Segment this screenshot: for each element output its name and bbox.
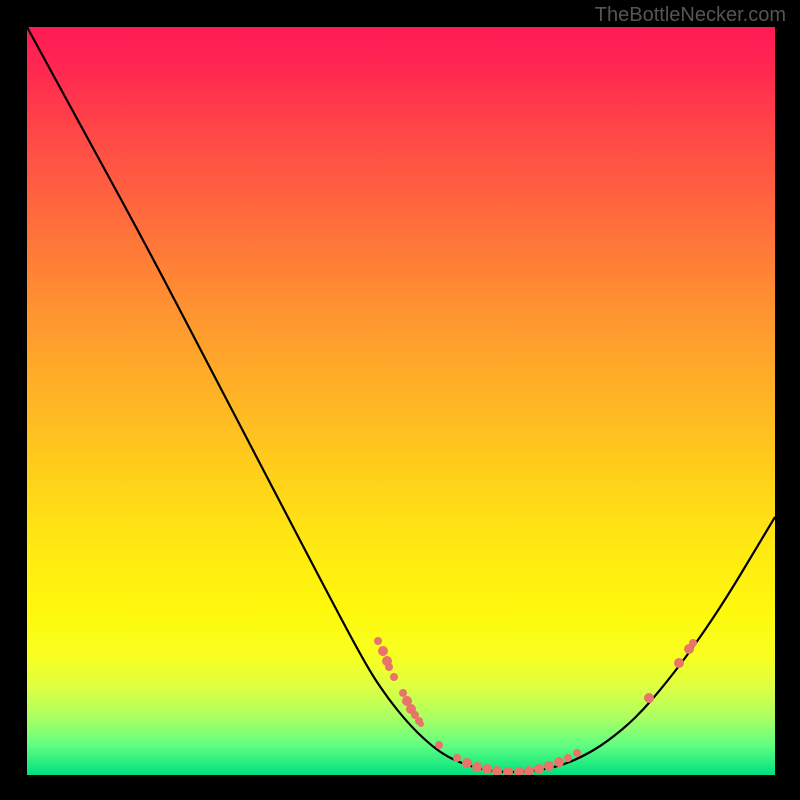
chart-svg — [27, 27, 775, 775]
data-point — [385, 663, 393, 671]
data-point — [554, 757, 564, 767]
data-point — [544, 761, 554, 771]
data-point — [492, 766, 502, 775]
data-point — [524, 766, 534, 775]
data-point — [462, 758, 472, 768]
data-point — [564, 754, 572, 762]
data-point — [534, 764, 544, 774]
data-point — [374, 637, 382, 645]
data-point — [399, 689, 407, 697]
data-point — [472, 762, 482, 772]
plot-area — [27, 27, 775, 775]
data-point — [514, 767, 524, 775]
data-point — [482, 764, 492, 774]
data-point — [573, 749, 581, 757]
data-point — [435, 741, 443, 749]
data-point — [418, 721, 424, 727]
data-point — [674, 658, 684, 668]
data-point — [390, 673, 398, 681]
data-point — [378, 646, 388, 656]
scatter-points — [374, 637, 697, 775]
watermark-text: TheBottleNecker.com — [595, 4, 786, 27]
data-point — [453, 754, 461, 762]
bottleneck-curve — [27, 27, 775, 772]
data-point — [689, 639, 697, 647]
data-point — [644, 693, 654, 703]
data-point — [503, 767, 513, 775]
